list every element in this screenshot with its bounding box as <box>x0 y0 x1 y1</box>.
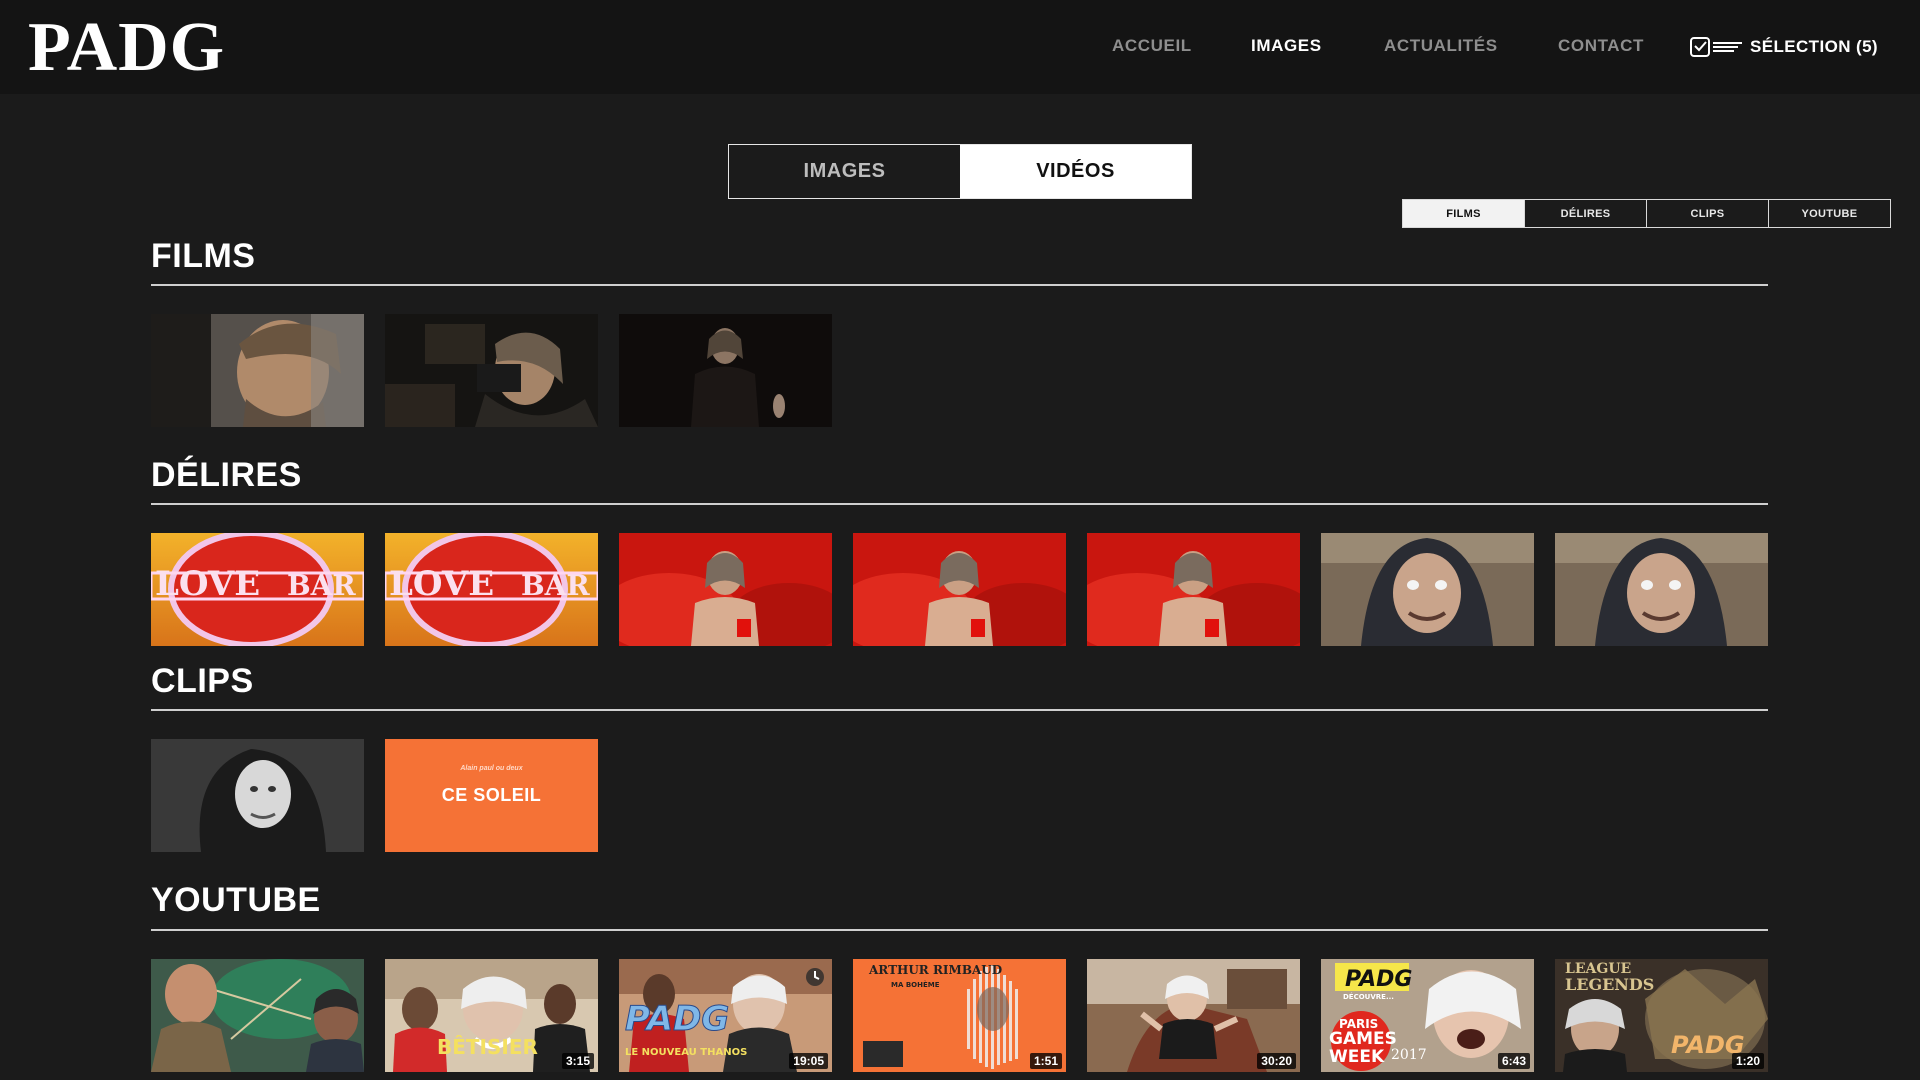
video-duration: 19:05 <box>789 1053 828 1069</box>
nav-accueil[interactable]: ACCUEIL <box>1112 36 1192 56</box>
video-duration: 30:20 <box>1257 1053 1296 1069</box>
video-thumbnail[interactable] <box>619 533 832 646</box>
selection-icon <box>1690 37 1742 57</box>
video-thumbnail[interactable]: PADG DÉCOUVRE... PARIS GAMES WEEK 2017 6… <box>1321 959 1534 1072</box>
svg-text:BAR: BAR <box>287 569 356 602</box>
video-thumbnail[interactable] <box>619 314 832 427</box>
video-thumbnail[interactable] <box>853 533 1066 646</box>
section-divider <box>151 929 1768 931</box>
video-thumbnail[interactable]: 30:20 <box>1087 959 1300 1072</box>
section-title-clips: CLIPS <box>151 662 254 700</box>
section-divider <box>151 503 1768 505</box>
nav-contact[interactable]: CONTACT <box>1558 36 1644 56</box>
youtube-title-overlay: BÊTISIER <box>437 1035 538 1059</box>
site-header: PADG ACCUEIL IMAGES ACTUALITÉS CONTACT S… <box>0 0 1920 94</box>
video-thumbnail[interactable]: LOVE BAR <box>385 533 598 646</box>
video-duration: 1:51 <box>1029 1053 1062 1069</box>
video-duration: 1:20 <box>1731 1053 1764 1069</box>
section-title-youtube: YOUTUBE <box>151 881 321 919</box>
video-thumbnail[interactable] <box>151 739 364 852</box>
youtube-title-overlay: PADG <box>624 999 730 1040</box>
tab-clips[interactable]: CLIPS <box>1646 200 1768 227</box>
youtube-subtitle-overlay: WEEK <box>1329 1047 1385 1067</box>
video-thumbnail[interactable] <box>151 959 364 1072</box>
svg-text:BAR: BAR <box>521 569 590 602</box>
video-thumbnail[interactable] <box>385 314 598 427</box>
site-logo[interactable]: PADG <box>28 12 225 84</box>
media-toggle: IMAGES VIDÉOS <box>728 144 1192 199</box>
youtube-subtitle-overlay: GAMES <box>1329 1029 1397 1049</box>
youtube-title-overlay: PADG <box>1345 967 1413 992</box>
clip-subtitle: Alain paul ou deux <box>460 765 523 772</box>
tab-delires[interactable]: DÉLIRES <box>1524 200 1646 227</box>
video-thumbnail[interactable]: Alain paul ou deux CE SOLEIL <box>385 739 598 852</box>
section-title-delires: DÉLIRES <box>151 456 302 494</box>
nav-actualites[interactable]: ACTUALITÉS <box>1384 36 1498 56</box>
video-thumbnail[interactable] <box>1555 533 1768 646</box>
youtube-subtitle-overlay: LEGENDS <box>1565 975 1655 994</box>
section-title-films: FILMS <box>151 237 256 275</box>
video-thumbnail[interactable]: ARTHUR RIMBAUD MA BOHÈME 1:51 <box>853 959 1066 1072</box>
toggle-videos[interactable]: VIDÉOS <box>960 145 1191 198</box>
svg-text:LOVE: LOVE <box>155 564 260 604</box>
selection-label: SÉLECTION (5) <box>1750 37 1878 56</box>
video-thumbnail[interactable] <box>151 314 364 427</box>
tab-youtube[interactable]: YOUTUBE <box>1768 200 1890 227</box>
nav-images[interactable]: IMAGES <box>1251 36 1322 56</box>
video-thumbnail[interactable] <box>1321 533 1534 646</box>
section-divider <box>151 284 1768 286</box>
svg-text:LOVE: LOVE <box>389 564 494 604</box>
youtube-subtitle-overlay: MA BOHÈME <box>891 981 940 989</box>
video-thumbnail[interactable]: PADG LE NOUVEAU THANOS 19:05 <box>619 959 832 1072</box>
youtube-subtitle-overlay: DÉCOUVRE... <box>1343 993 1394 1001</box>
youtube-subtitle-overlay: LE NOUVEAU THANOS <box>625 1047 748 1058</box>
video-thumbnail[interactable]: LEAGUE LEGENDS PADG 1:20 <box>1555 959 1768 1072</box>
video-duration: 6:43 <box>1497 1053 1530 1069</box>
clip-title: CE SOLEIL <box>441 785 542 805</box>
video-thumbnail[interactable] <box>1087 533 1300 646</box>
youtube-subtitle-overlay: 2017 <box>1391 1047 1427 1063</box>
video-duration: 3:15 <box>561 1053 594 1069</box>
video-thumbnail[interactable]: LOVE BAR <box>151 533 364 646</box>
video-thumbnail[interactable]: BÊTISIER 3:15 <box>385 959 598 1072</box>
section-divider <box>151 709 1768 711</box>
tab-films[interactable]: FILMS <box>1403 200 1524 227</box>
selection-button[interactable]: SÉLECTION (5) <box>1690 36 1878 58</box>
toggle-images[interactable]: IMAGES <box>729 145 960 198</box>
category-tabs: FILMS DÉLIRES CLIPS YOUTUBE <box>1402 199 1891 228</box>
youtube-title-overlay: ARTHUR RIMBAUD <box>869 963 1003 977</box>
